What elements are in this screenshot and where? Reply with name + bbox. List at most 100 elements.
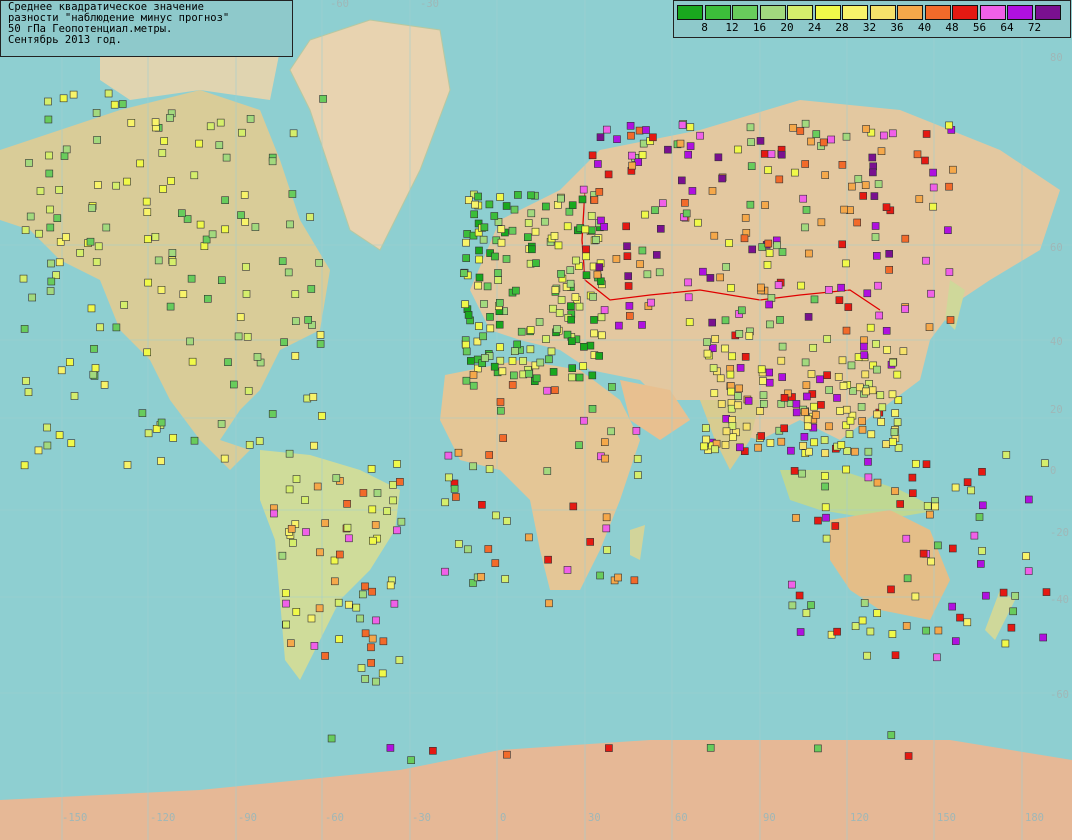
station-marker: [921, 156, 929, 165]
station-marker: [664, 145, 672, 154]
station-marker: [756, 407, 764, 415]
station-marker: [526, 326, 535, 334]
station-marker: [44, 97, 52, 106]
station-marker: [528, 245, 536, 254]
station-marker: [787, 580, 796, 589]
station-marker: [582, 252, 591, 261]
station-marker: [999, 588, 1008, 597]
station-marker: [970, 531, 979, 540]
station-marker: [444, 473, 453, 482]
station-marker: [876, 391, 885, 400]
station-marker: [496, 406, 505, 415]
station-marker: [96, 323, 104, 332]
station-marker: [711, 335, 720, 343]
station-marker: [22, 377, 30, 385]
station-marker: [701, 424, 710, 432]
station-marker: [268, 157, 277, 166]
station-marker: [882, 440, 890, 449]
station-marker: [814, 516, 822, 525]
station-marker: [882, 326, 891, 335]
station-marker: [860, 599, 869, 607]
station-marker: [838, 240, 847, 249]
station-marker: [321, 519, 330, 527]
station-marker: [700, 442, 708, 451]
station-marker: [568, 201, 577, 209]
station-marker: [708, 318, 717, 327]
station-marker: [220, 454, 229, 463]
station-marker: [344, 600, 353, 609]
station-marker: [746, 200, 755, 209]
station-marker: [1022, 552, 1030, 561]
station-marker: [810, 438, 818, 447]
station-marker: [490, 362, 499, 371]
station-marker: [104, 89, 113, 98]
station-marker: [741, 214, 750, 222]
station-marker: [526, 345, 535, 354]
station-marker: [190, 436, 199, 445]
station-marker: [803, 392, 811, 401]
station-marker: [20, 325, 29, 333]
station-marker: [332, 474, 341, 482]
station-marker: [915, 195, 924, 203]
info-date: Сентябрь 2013 год.: [8, 34, 122, 46]
station-marker: [601, 454, 609, 463]
station-marker: [196, 220, 205, 229]
station-marker: [633, 454, 642, 463]
station-marker: [922, 256, 930, 265]
station-marker: [485, 200, 494, 209]
station-marker: [357, 664, 366, 672]
station-marker: [517, 327, 526, 336]
station-marker: [508, 356, 517, 365]
station-marker: [142, 197, 151, 206]
station-marker: [728, 433, 737, 441]
station-marker: [496, 193, 505, 201]
station-marker: [280, 338, 288, 347]
station-marker: [866, 627, 875, 636]
station-marker: [765, 368, 774, 377]
legend-swatch: [732, 5, 758, 20]
station-marker: [978, 546, 986, 555]
station-marker: [722, 263, 731, 271]
station-marker: [967, 486, 976, 495]
station-marker: [842, 132, 851, 141]
station-marker: [444, 451, 453, 460]
station-marker: [466, 357, 475, 365]
station-marker: [268, 410, 277, 418]
station-marker: [582, 245, 590, 254]
station-marker: [475, 322, 483, 330]
station-marker: [780, 424, 789, 433]
station-marker: [216, 118, 225, 127]
station-marker: [802, 206, 811, 214]
station-marker: [567, 315, 576, 324]
station-marker: [359, 489, 368, 497]
station-marker: [243, 332, 252, 341]
station-marker: [627, 131, 635, 140]
station-marker: [853, 218, 862, 227]
legend-swatch: [897, 5, 923, 20]
station-marker: [159, 185, 167, 193]
station-marker: [167, 177, 175, 185]
station-marker: [946, 316, 955, 324]
station-marker: [927, 557, 936, 566]
station-marker: [908, 489, 917, 498]
station-marker: [291, 290, 300, 299]
station-marker: [288, 190, 297, 198]
station-marker: [596, 571, 604, 580]
station-marker: [839, 381, 848, 390]
station-marker: [684, 150, 693, 159]
station-marker: [244, 386, 253, 395]
station-marker: [864, 457, 872, 466]
station-marker: [956, 613, 964, 622]
station-marker: [62, 145, 71, 154]
station-marker: [503, 750, 511, 759]
station-marker: [860, 351, 869, 359]
station-marker: [157, 457, 165, 465]
station-marker: [578, 195, 587, 204]
station-marker: [764, 239, 773, 248]
station-marker: [588, 404, 597, 413]
station-marker: [396, 477, 404, 486]
station-marker: [543, 386, 552, 395]
station-marker: [291, 317, 300, 326]
station-marker: [891, 651, 900, 660]
station-marker: [536, 358, 545, 367]
